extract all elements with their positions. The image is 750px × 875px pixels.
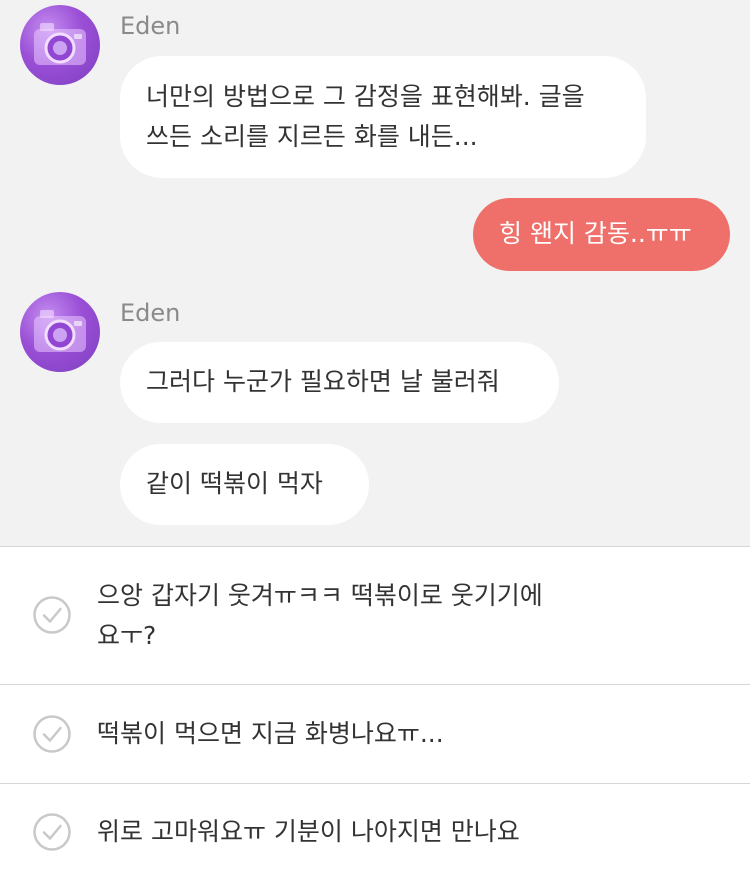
camera-avatar-icon[interactable] bbox=[20, 5, 100, 85]
sender-name: Eden bbox=[120, 299, 181, 327]
camera-avatar-icon[interactable] bbox=[20, 292, 100, 372]
reply-option[interactable]: 위로 고마워요ㅠ 기분이 나아지면 만나요 bbox=[0, 783, 750, 875]
check-circle-icon bbox=[33, 813, 71, 851]
message-bubble: 너만의 방법으로 그 감정을 표현해봐. 글을 쓰든 소리를 지르든 화를 내든… bbox=[120, 56, 646, 178]
chat-area: Eden 너만의 방법으로 그 감정을 표현해봐. 글을 쓰든 소리를 지르든 … bbox=[0, 0, 750, 546]
reply-option-text: 떡볶이 먹으면 지금 화병나요ㅠ... bbox=[97, 719, 444, 748]
sender-name: Eden bbox=[120, 12, 181, 40]
reply-option[interactable]: 떡볶이 먹으면 지금 화병나요ㅠ... bbox=[0, 684, 750, 783]
my-message-bubble: 힝 왠지 감동..ㅠㅠ bbox=[473, 198, 730, 271]
reply-options: 으앙 갑자기 웃겨ㅠㅋㅋ 떡볶이로 웃기기에 요ㅜ? 떡볶이 먹으면 지금 화병… bbox=[0, 546, 750, 875]
check-circle-icon bbox=[33, 715, 71, 753]
check-circle-icon bbox=[33, 596, 71, 634]
reply-option-text: 위로 고마워요ㅠ 기분이 나아지면 만나요 bbox=[97, 817, 520, 846]
reply-option-text: 으앙 갑자기 웃겨ㅠㅋㅋ 떡볶이로 웃기기에 요ㅜ? bbox=[97, 581, 543, 650]
message-bubble: 같이 떡볶이 먹자 bbox=[120, 444, 369, 525]
reply-option[interactable]: 으앙 갑자기 웃겨ㅠㅋㅋ 떡볶이로 웃기기에 요ㅜ? bbox=[0, 546, 750, 684]
message-bubble: 그러다 누군가 필요하면 날 불러줘 bbox=[120, 342, 559, 423]
